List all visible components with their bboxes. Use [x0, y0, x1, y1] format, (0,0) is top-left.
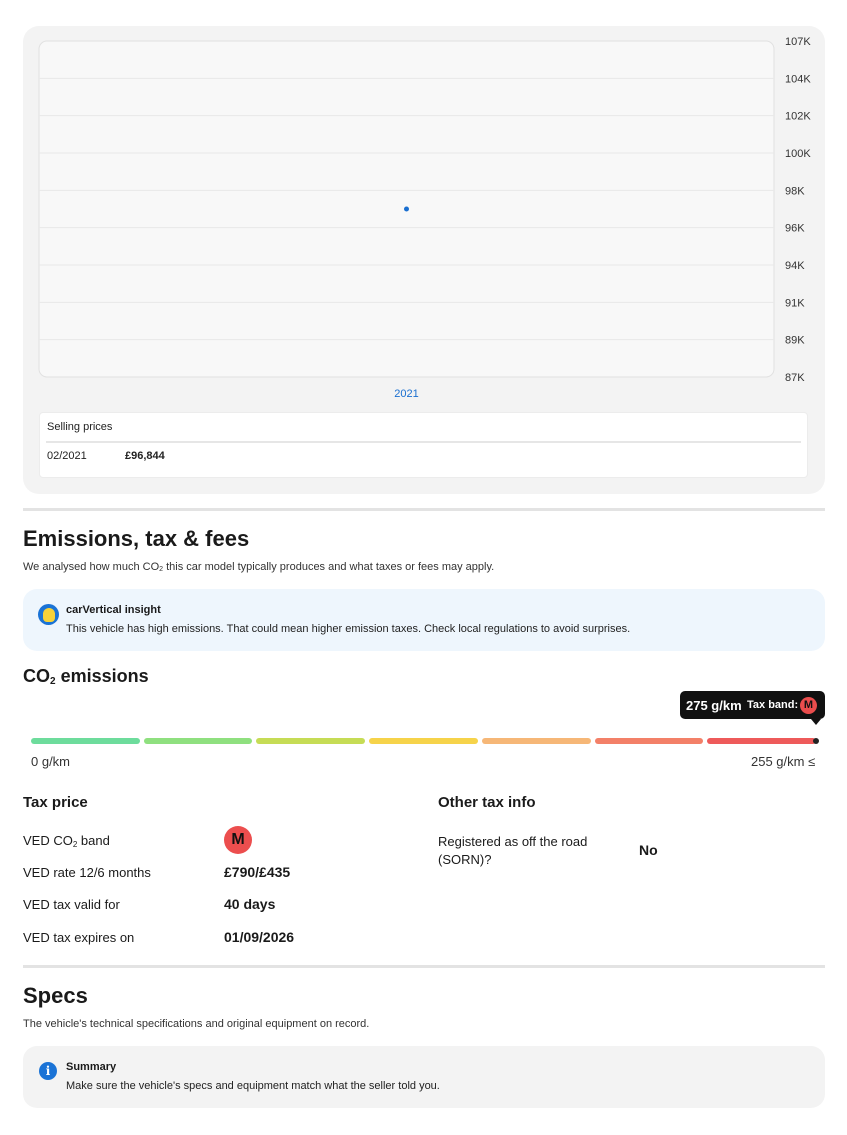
tax-band-label: Tax band:	[747, 699, 799, 711]
co2-min-label: 0 g/km	[31, 754, 71, 769]
co2-bar-segment	[143, 738, 253, 744]
summary-text: Make sure the vehicle's specs and equipm…	[66, 1080, 440, 1092]
y-tick-label: 94K	[785, 260, 805, 272]
sorn-label: Registered as off the road (SORN)?	[438, 834, 588, 867]
specs-subtitle: The vehicle's technical specifications a…	[23, 1018, 370, 1030]
selling-price-date: 02/2021	[47, 450, 87, 462]
tax-band-badge: M	[800, 697, 817, 714]
emissions-heading: Emissions, tax & fees	[23, 526, 250, 551]
insight-box: carVertical insight This vehicle has hig…	[23, 589, 825, 651]
y-tick-label: 100K	[785, 148, 811, 160]
selling-prices-title: Selling prices	[47, 421, 113, 433]
co2-bar-segment	[594, 738, 704, 744]
y-tick-label: 91K	[785, 297, 805, 309]
co2-marker	[813, 738, 819, 744]
ved-expires-value: 01/09/2026	[224, 929, 295, 945]
y-tick-label: 87K	[785, 372, 805, 384]
ved-valid-label: VED tax valid for	[23, 897, 120, 912]
sorn-value: No	[639, 842, 658, 858]
insight-text: This vehicle has high emissions. That co…	[66, 623, 631, 635]
y-tick-label: 102K	[785, 111, 811, 123]
co2-heading: CO2 emissions	[23, 666, 149, 687]
ved-rate-value: £790/£435	[224, 864, 291, 880]
ved-co2-band-label: VED CO2 band	[23, 833, 110, 849]
ved-band-badge: M	[224, 826, 252, 854]
x-tick-label: 2021	[394, 388, 418, 400]
y-tick-label: 89K	[785, 335, 805, 347]
info-icon: i	[39, 1062, 57, 1080]
co2-value-tooltip: 275 g/km Tax band: M	[680, 691, 825, 725]
section-divider	[23, 965, 825, 968]
specs-heading: Specs	[23, 983, 88, 1008]
co2-bar-segment	[481, 738, 591, 744]
emissions-subtitle: We analysed how much CO2 this car model …	[23, 561, 495, 573]
price-point	[404, 206, 409, 212]
ved-rate-label: VED rate 12/6 months	[23, 865, 151, 880]
ved-valid-value: 40 days	[224, 896, 276, 912]
co2-bar-segment	[256, 738, 366, 744]
co2-value: 275 g/km	[686, 698, 742, 713]
selling-price-value: £96,844	[125, 450, 165, 462]
section-divider	[23, 508, 825, 511]
y-tick-label: 96K	[785, 223, 805, 235]
other-tax-heading: Other tax info	[438, 794, 536, 811]
insight-title: carVertical insight	[66, 604, 161, 616]
selling-prices-divider	[46, 441, 801, 443]
selling-prices-table: Selling prices 02/2021 £96,844	[39, 412, 808, 478]
y-tick-label: 107K	[785, 36, 811, 48]
price-chart-card: 107K 104K 102K 100K 98K 96K 94K 91K 89K 87K 2021 S…	[23, 26, 825, 494]
co2-max-label: 255 g/km ≤	[751, 754, 816, 769]
carvertical-mascot-icon	[38, 604, 59, 625]
summary-title: Summary	[66, 1061, 117, 1073]
y-tick-label: 104K	[785, 73, 811, 85]
price-chart: 107K 104K 102K 100K 98K 96K 94K 91K 89K 87K 2021	[38, 36, 811, 400]
specs-summary-box: i Summary Make sure the vehicle's specs …	[23, 1046, 825, 1108]
co2-bar-segment	[31, 738, 140, 744]
co2-bar-segment	[369, 738, 478, 744]
ved-expires-label: VED tax expires on	[23, 930, 135, 945]
co2-bar-segment	[707, 738, 816, 744]
y-tick-label: 98K	[785, 185, 805, 197]
tax-price-heading: Tax price	[23, 794, 88, 811]
